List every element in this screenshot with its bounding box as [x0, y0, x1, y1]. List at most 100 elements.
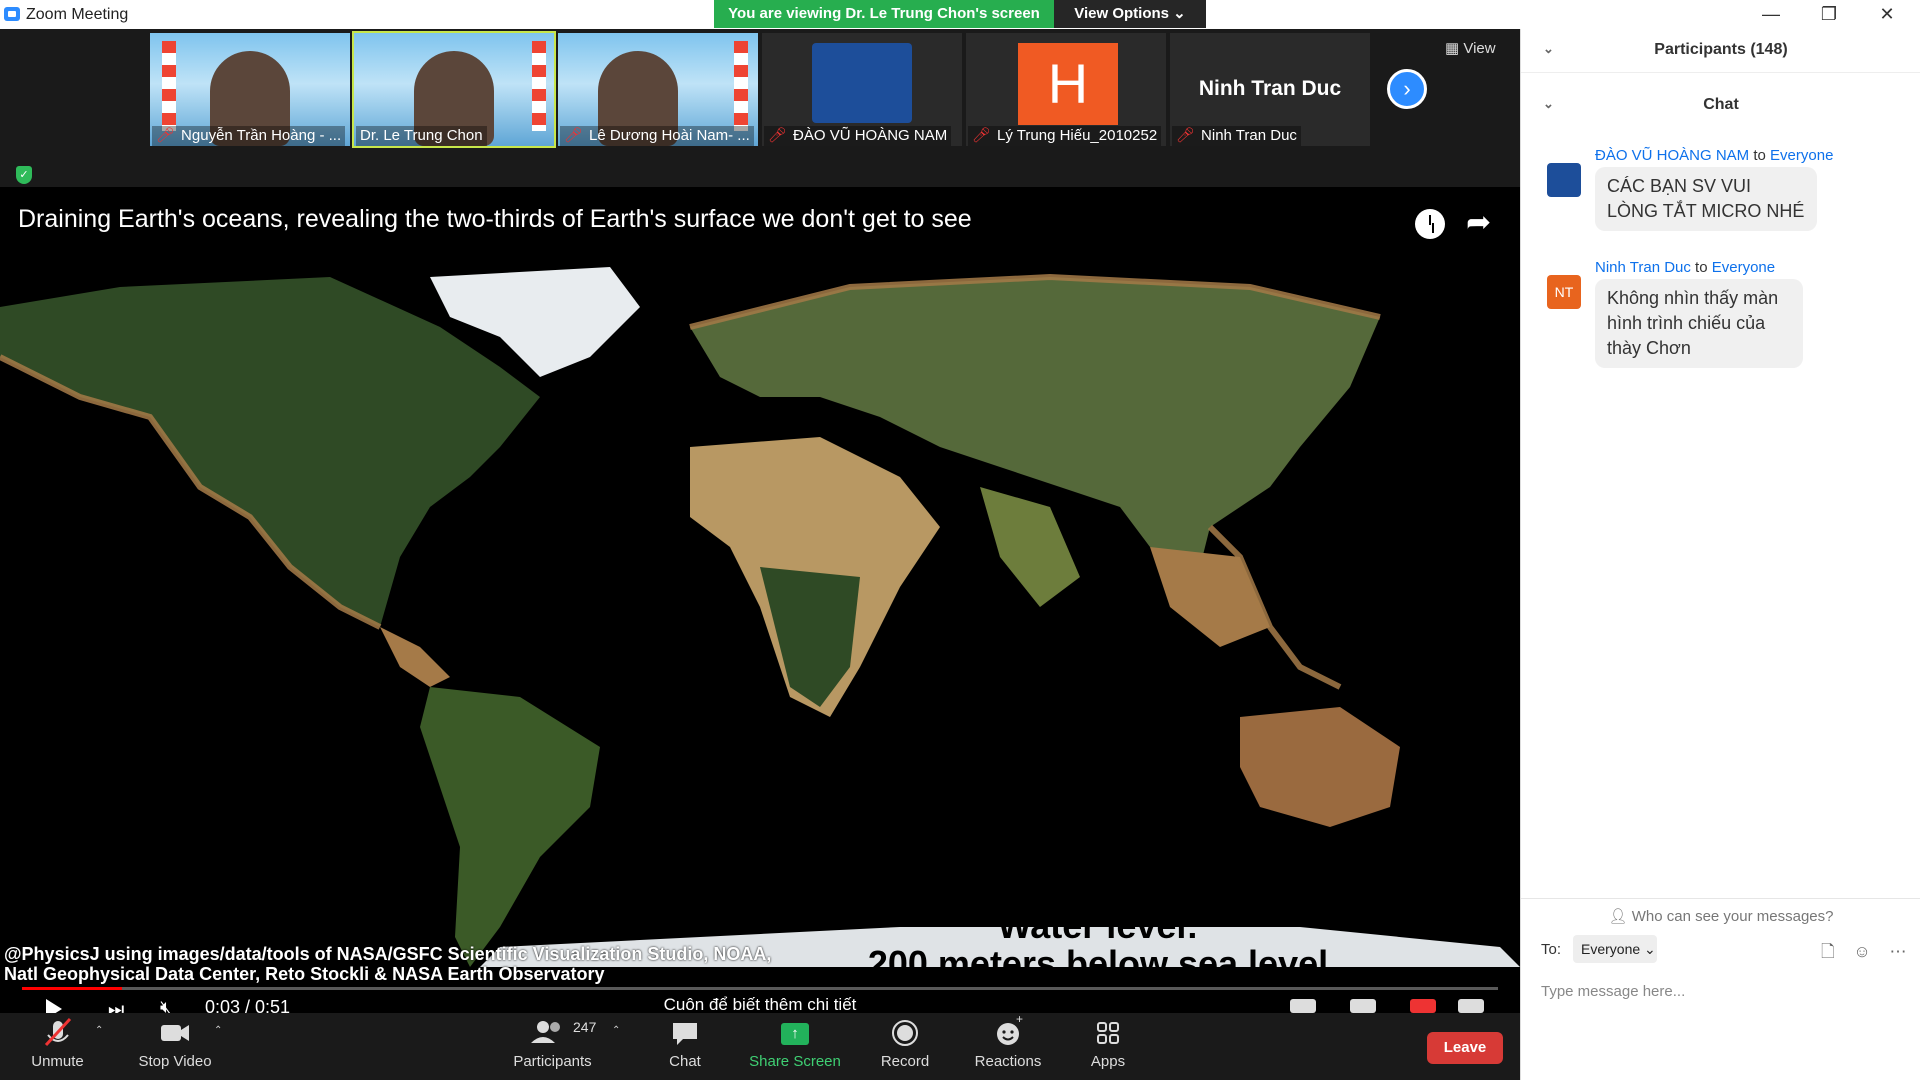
thumbnail-strip: 🎤︎ Nguyễn Trần Hoàng - ... Dr. Le Trung C…	[0, 29, 1520, 186]
participant-tile[interactable]: H 🎤︎ Lý Trung Hiếu_2010252	[966, 33, 1166, 146]
zoom-app-icon	[4, 7, 20, 21]
person-lock-icon: 👤︎	[1608, 908, 1628, 925]
autoplay-toggle-icon[interactable]	[1290, 999, 1316, 1013]
next-page-arrow-icon[interactable]: ›	[1387, 69, 1427, 109]
chevron-down-icon: ⌄	[1644, 941, 1656, 957]
settings-hd-icon[interactable]	[1410, 999, 1436, 1013]
chat-tools: 🗋︎ ☺ ⋯	[1821, 939, 1907, 968]
water-level-caption: Water level: 200 meters below sea level	[858, 907, 1338, 983]
watch-later-clock-icon[interactable]	[1415, 209, 1445, 239]
participant-tile[interactable]: 🎤︎ Nguyễn Trần Hoàng - ...	[150, 33, 350, 146]
chevron-up-icon: ⌃	[612, 1025, 621, 1036]
reactions-button[interactable]: + Reactions	[968, 1012, 1048, 1080]
sender-avatar	[1547, 163, 1581, 197]
credit-line-1: @PhysicsJ using images/data/tools of NAS…	[4, 944, 772, 964]
participant-label: 🎤︎ ĐÀO VŨ HOÀNG NAM	[764, 126, 952, 146]
lighthouse-image	[162, 41, 176, 131]
video-time: 0:03 / 0:51	[205, 997, 291, 1013]
meeting-stage: 🎤︎ Nguyễn Trần Hoàng - ... Dr. Le Trung C…	[0, 29, 1520, 1013]
participant-label: 🎤︎ Lý Trung Hiếu_2010252	[968, 126, 1162, 146]
video-controls: ⏭ 🔇︎ 0:03 / 0:51 Cuôn để biết thêm chi t…	[0, 995, 1520, 1013]
share-arrow-icon[interactable]: ➦	[1466, 205, 1491, 240]
lighthouse-image	[532, 41, 546, 131]
unmute-button[interactable]: Unmute	[20, 1013, 95, 1080]
participants-section-header[interactable]: ⌄ Participants (148)	[1521, 29, 1920, 73]
chevron-up-icon: ⌃	[214, 1025, 223, 1036]
message-bubble: CÁC BẠN SV VUI LÒNG TẮT MICRO NHÉ	[1595, 167, 1817, 231]
video-options-caret[interactable]: ⌃	[214, 1013, 228, 1080]
stop-video-button[interactable]: Stop Video	[130, 1013, 220, 1080]
minimize-button[interactable]: —	[1742, 0, 1800, 29]
chat-button[interactable]: Chat	[660, 1013, 710, 1080]
chevron-up-icon: ⌃	[95, 1025, 104, 1036]
participant-label: 🎤︎ Nguyễn Trần Hoàng - ...	[152, 126, 346, 146]
apps-button[interactable]: Apps	[1083, 1013, 1133, 1080]
recipient-select[interactable]: Everyone ⌄	[1573, 935, 1657, 963]
water-level-line-2: 200 meters below sea level	[867, 943, 1329, 984]
participant-profile-photo	[812, 43, 912, 123]
meeting-toolbar: Unmute ⌃ Stop Video ⌃ 247 Participants ⌃…	[0, 1012, 1520, 1080]
participants-button[interactable]: 247 Participants	[505, 1013, 600, 1080]
participant-tile[interactable]: 🎤︎ ĐÀO VŨ HOÀNG NAM	[762, 33, 962, 146]
message-header: ĐÀO VŨ HOÀNG NAM to Everyone	[1595, 147, 1834, 164]
scroll-for-details-hint: Cuôn để biết thêm chi tiết	[663, 995, 857, 1013]
who-can-see-messages-link[interactable]: 👤︎ Who can see your messages?	[1521, 898, 1920, 925]
record-button[interactable]: Record	[875, 1013, 935, 1080]
participant-tile-active[interactable]: Dr. Le Trung Chon	[352, 31, 556, 148]
mic-muted-icon	[20, 1013, 95, 1053]
muted-mic-icon: 🎤︎	[768, 127, 788, 144]
view-button[interactable]: ▦ View	[1445, 39, 1507, 63]
video-camera-icon	[130, 1013, 220, 1053]
participant-label: 🎤︎ Lê Dương Hoài Nam- ...	[560, 126, 754, 146]
participant-label: Dr. Le Trung Chon	[356, 126, 487, 146]
play-icon[interactable]	[46, 999, 62, 1013]
emoji-icon[interactable]: ☺	[1853, 942, 1870, 961]
shared-screen[interactable]: Draining Earth's oceans, revealing the t…	[0, 187, 1520, 1013]
video-title: Draining Earth's oceans, revealing the t…	[18, 205, 972, 233]
leave-button[interactable]: Leave	[1427, 1032, 1503, 1064]
muted-mic-icon: 🎤︎	[1176, 127, 1196, 144]
sender-avatar: NT	[1547, 275, 1581, 309]
participants-icon: 247	[505, 1013, 600, 1053]
participants-count: 247	[573, 1019, 597, 1035]
message-header: Ninh Tran Duc to Everyone	[1595, 259, 1776, 276]
lighthouse-image	[734, 41, 748, 131]
close-button[interactable]: ✕	[1858, 0, 1916, 29]
chat-bubble-icon	[660, 1013, 710, 1053]
more-options-icon[interactable]: ⋯	[1890, 942, 1907, 961]
water-level-line-1: Water level:	[997, 905, 1199, 946]
participant-avatar: H	[1018, 43, 1118, 125]
credit-line-2: Natl Geophysical Data Center, Reto Stock…	[4, 964, 605, 984]
volume-muted-icon[interactable]: 🔇︎	[160, 997, 171, 1013]
restore-button[interactable]: ❐	[1800, 0, 1858, 29]
smiley-plus-icon: +	[968, 1012, 1048, 1053]
fullscreen-icon[interactable]	[1458, 999, 1484, 1013]
video-credit: @PhysicsJ using images/data/tools of NAS…	[4, 944, 771, 984]
title-bar: Zoom Meeting You are viewing Dr. Le Trun…	[0, 0, 1920, 29]
video-progress-fill	[22, 987, 123, 990]
share-screen-button[interactable]: ↑ Share Screen	[745, 1013, 845, 1080]
world-map-image	[0, 247, 1520, 967]
participants-options-caret[interactable]: ⌃	[612, 1013, 626, 1080]
muted-mic-icon: 🎤︎	[156, 127, 176, 144]
share-screen-up-arrow-icon: ↑	[781, 1023, 809, 1045]
skip-next-icon[interactable]: ⏭	[108, 999, 124, 1013]
subtitles-icon[interactable]	[1350, 999, 1376, 1013]
muted-mic-icon: 🎤︎	[972, 127, 992, 144]
view-options-button[interactable]: View Options ⌄	[1054, 0, 1206, 28]
security-shield-icon[interactable]: ✓	[16, 166, 32, 184]
chat-section-header[interactable]: ⌄ Chat	[1521, 84, 1920, 128]
participant-tile[interactable]: 🎤︎ Lê Dương Hoài Nam- ...	[558, 33, 758, 146]
audio-options-caret[interactable]: ⌃	[95, 1013, 109, 1080]
chat-message-input[interactable]	[1541, 979, 1901, 1003]
participant-tile[interactable]: Ninh Tran Duc 🎤︎ Ninh Tran Duc	[1170, 33, 1370, 146]
chat-message: NT Ninh Tran Duc to Everyone Không nhìn …	[1521, 259, 1920, 379]
video-progress-bar[interactable]	[22, 987, 1498, 990]
chat-message: ĐÀO VŨ HOÀNG NAM to Everyone CÁC BẠN SV …	[1521, 147, 1920, 237]
participant-label: 🎤︎ Ninh Tran Duc	[1172, 126, 1301, 146]
to-label: To:	[1541, 941, 1562, 958]
file-icon[interactable]: 🗋︎	[1821, 942, 1835, 961]
muted-mic-icon: 🎤︎	[564, 127, 584, 144]
grid-icon: ▦	[1445, 40, 1460, 57]
participant-display-name: Ninh Tran Duc	[1198, 77, 1342, 100]
